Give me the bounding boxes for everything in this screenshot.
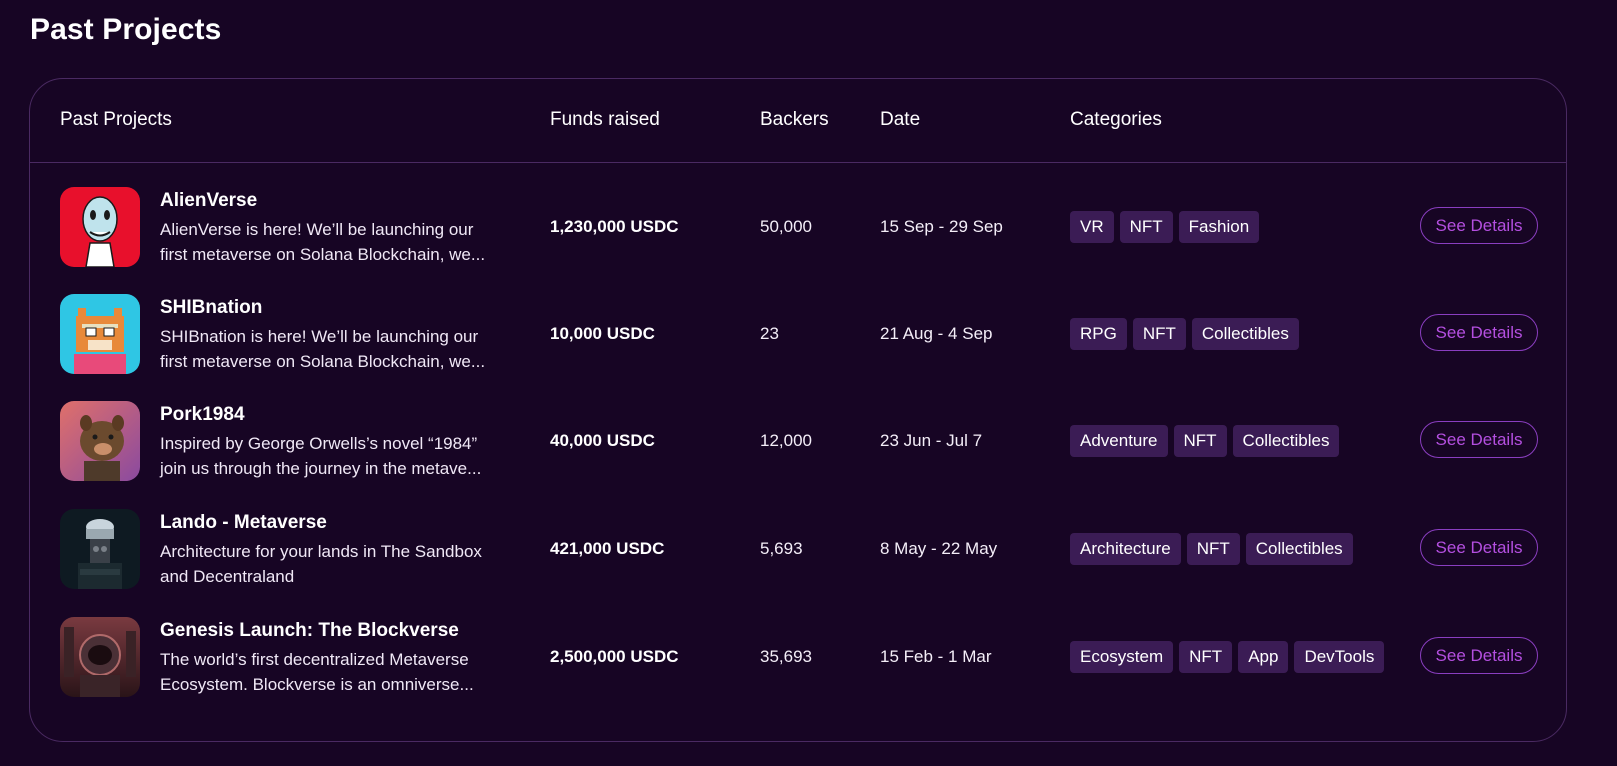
see-details-button[interactable]: See Details xyxy=(1420,529,1538,566)
project-description: AlienVerse is here! We’ll be launching o… xyxy=(160,220,486,264)
header-date: Date xyxy=(880,109,921,130)
header-project: Past Projects xyxy=(60,109,172,130)
project-name[interactable]: SHIBnation xyxy=(160,296,262,320)
see-details-button[interactable]: See Details xyxy=(1420,637,1538,674)
category-tag: NFT xyxy=(1132,318,1186,350)
table-row: Genesis Launch: The Blockverse The world… xyxy=(30,617,1566,727)
date-range: 21 Aug - 4 Sep xyxy=(880,324,993,343)
backers-count: 5,693 xyxy=(760,539,803,558)
category-tag: Fashion xyxy=(1178,211,1260,243)
category-tag: Collectibles xyxy=(1191,318,1299,350)
table-row: SHIBnation SHIBnation is here! We’ll be … xyxy=(30,294,1566,404)
projects-table: Past Projects Funds raised Backers Date … xyxy=(29,78,1567,742)
see-details-button[interactable]: See Details xyxy=(1420,421,1538,458)
boar-avatar-icon xyxy=(60,401,140,481)
category-tag: Ecosystem xyxy=(1070,641,1174,673)
funds-raised: 421,000 USDC xyxy=(550,539,665,558)
table-header: Past Projects Funds raised Backers Date … xyxy=(30,79,1566,163)
header-backers: Backers xyxy=(760,109,829,130)
category-tag: VR xyxy=(1070,211,1114,243)
metaverse-robot-avatar-icon xyxy=(60,509,140,589)
funds-raised: 10,000 USDC xyxy=(550,324,655,343)
backers-count: 12,000 xyxy=(760,431,812,450)
backers-count: 23 xyxy=(760,324,779,343)
header-funds: Funds raised xyxy=(550,109,660,130)
category-tag: App xyxy=(1238,641,1289,673)
category-tags: VR NFT Fashion xyxy=(1070,211,1260,243)
table-row: Pork1984 Inspired by George Orwells’s no… xyxy=(30,401,1566,511)
category-tag: RPG xyxy=(1070,318,1127,350)
date-range: 8 May - 22 May xyxy=(880,539,998,558)
project-description: Inspired by George Orwells’s novel “1984… xyxy=(160,434,482,478)
project-description: Architecture for your lands in The Sandb… xyxy=(160,542,482,586)
category-tag: NFT xyxy=(1186,533,1240,565)
see-details-button[interactable]: See Details xyxy=(1420,207,1538,244)
backers-count: 35,693 xyxy=(760,647,812,666)
category-tags: Architecture NFT Collectibles xyxy=(1070,533,1353,565)
category-tag: NFT xyxy=(1119,211,1173,243)
project-name[interactable]: Lando - Metaverse xyxy=(160,511,327,535)
date-range: 15 Feb - 1 Mar xyxy=(880,647,992,666)
table-row: Lando - Metaverse Architecture for your … xyxy=(30,509,1566,619)
category-tag: NFT xyxy=(1179,641,1233,673)
page-title: Past Projects xyxy=(30,13,222,46)
header-categories: Categories xyxy=(1070,109,1162,130)
funds-raised: 40,000 USDC xyxy=(550,431,655,450)
table-row: AlienVerse AlienVerse is here! We’ll be … xyxy=(30,187,1566,297)
see-details-button[interactable]: See Details xyxy=(1420,314,1538,351)
past-projects-page: Past Projects Past Projects Funds raised… xyxy=(0,0,1617,766)
category-tags: Ecosystem NFT App DevTools xyxy=(1070,641,1385,673)
date-range: 23 Jun - Jul 7 xyxy=(880,431,983,450)
category-tag: NFT xyxy=(1173,425,1227,457)
alien-avatar-icon xyxy=(60,187,140,267)
category-tag: Adventure xyxy=(1070,425,1168,457)
category-tags: Adventure NFT Collectibles xyxy=(1070,425,1340,457)
project-name[interactable]: AlienVerse xyxy=(160,189,257,213)
category-tag: DevTools xyxy=(1294,641,1385,673)
date-range: 15 Sep - 29 Sep xyxy=(880,217,1003,236)
project-description: The world’s first decentralized Metavers… xyxy=(160,650,474,694)
project-description: SHIBnation is here! We’ll be launching o… xyxy=(160,327,486,371)
backers-count: 50,000 xyxy=(760,217,812,236)
funds-raised: 2,500,000 USDC xyxy=(550,647,679,666)
category-tag: Collectibles xyxy=(1232,425,1340,457)
funds-raised: 1,230,000 USDC xyxy=(550,217,679,236)
category-tags: RPG NFT Collectibles xyxy=(1070,318,1299,350)
project-name[interactable]: Genesis Launch: The Blockverse xyxy=(160,619,459,643)
pixel-shiba-avatar-icon xyxy=(60,294,140,374)
project-name[interactable]: Pork1984 xyxy=(160,403,245,427)
helmet-astronaut-avatar-icon xyxy=(60,617,140,697)
category-tag: Collectibles xyxy=(1245,533,1353,565)
category-tag: Architecture xyxy=(1070,533,1181,565)
